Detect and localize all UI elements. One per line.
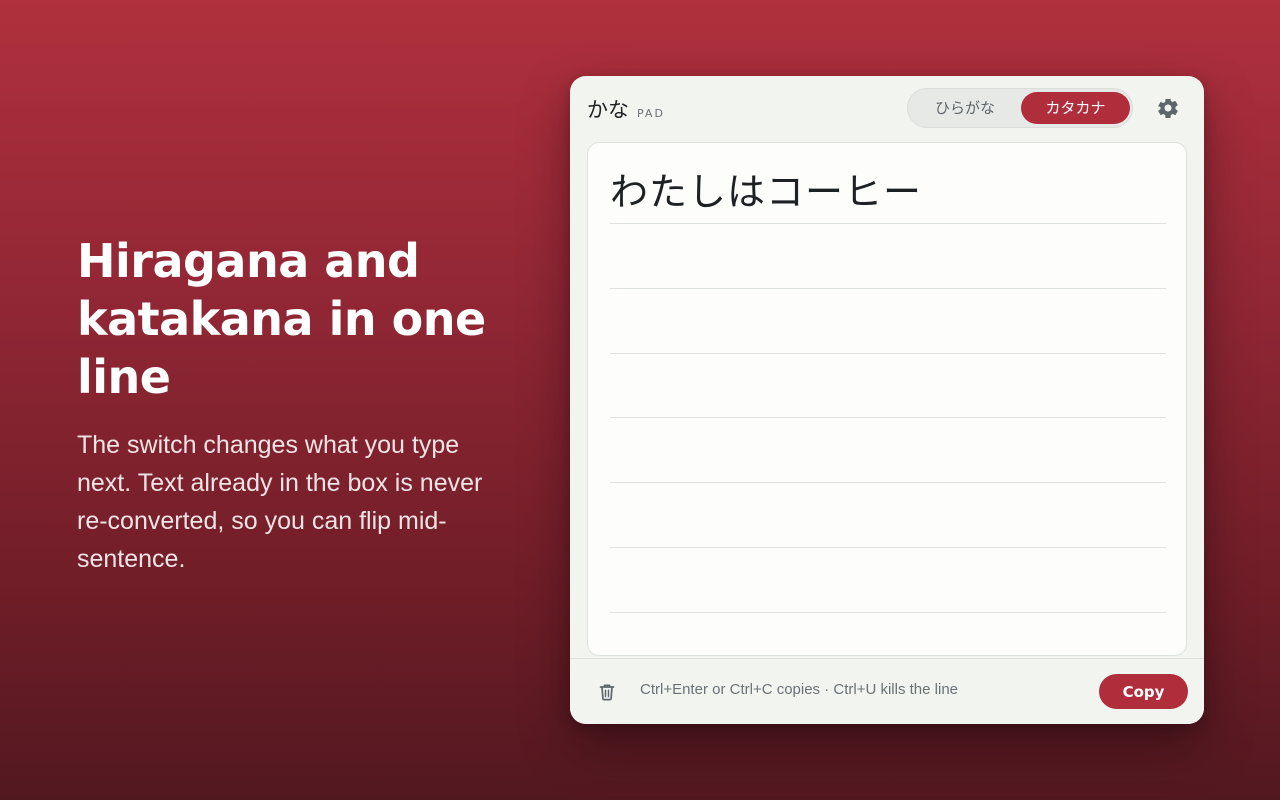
promo-body: The switch changes what you type next. T… [77,431,483,573]
trash-icon[interactable] [597,682,617,702]
mode-katakana-option[interactable]: カタカナ [1021,92,1130,124]
title-bar: かな PAD ひらがな カタカナ [570,76,1204,140]
ruled-line [610,417,1166,418]
promo-heading: Hiragana and katakana in one line [77,234,486,404]
kana-pad-window: かな PAD ひらがな カタカナ わたしはコーヒー Ctrl+Enter or … [570,76,1204,724]
ruled-line [610,353,1166,354]
ruled-line [610,482,1166,483]
ruled-line [610,547,1166,548]
ruled-line [610,223,1166,224]
kana-mode-toggle[interactable]: ひらがな カタカナ [907,88,1133,128]
copy-button[interactable]: Copy [1099,674,1188,709]
mode-hiragana-option[interactable]: ひらがな [912,92,1018,124]
shortcut-hint: Ctrl+Enter or Ctrl+C copies · Ctrl+U kil… [640,681,959,698]
app-brand: かな PAD [587,94,665,124]
brand-name: かな [587,98,629,122]
kana-text-area[interactable]: わたしはコーヒー [587,142,1187,656]
typed-text: わたしはコーヒー [610,170,923,214]
gear-icon[interactable] [1156,96,1180,120]
brand-suffix: PAD [637,107,665,120]
ruled-line [610,288,1166,289]
footer-bar: Ctrl+Enter or Ctrl+C copies · Ctrl+U kil… [570,658,1204,724]
ruled-line [610,612,1166,613]
promo-section: Hiragana and katakana in one line The sw… [77,232,507,578]
